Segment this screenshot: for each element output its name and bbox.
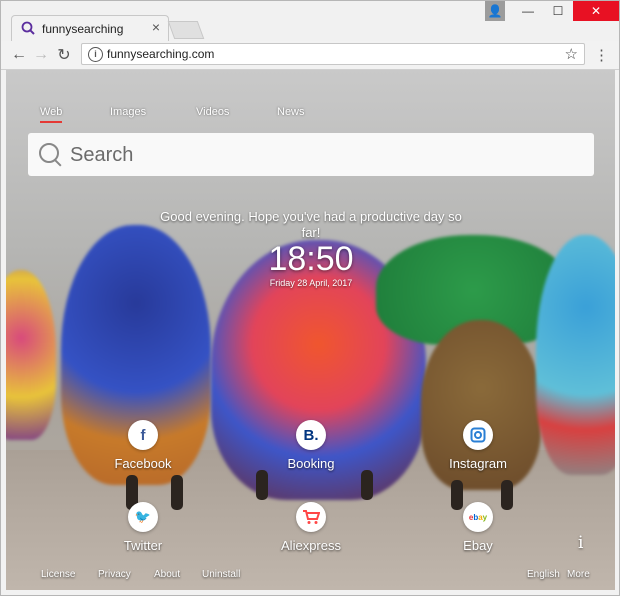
address-bar[interactable]: i funnysearching.com ☆ [81,43,585,65]
shortcut-label: Booking [287,456,335,471]
shortcut-label: Facebook [114,456,172,471]
ebay-icon: ebay [463,502,493,532]
tab-videos[interactable]: Videos [196,106,229,118]
shortcut-label: Ebay [463,538,493,553]
footer-language-link[interactable]: English [527,569,560,580]
search-favicon-icon [21,21,35,35]
search-tabs: Web Images Videos News [6,106,615,130]
browser-tab[interactable]: funnysearching × [11,15,169,41]
new-tab-page: Web Images Videos News Good evening. Hop… [6,70,615,590]
shortcut-label: Twitter [123,538,163,553]
instagram-icon [463,420,493,450]
facebook-icon: f [128,420,158,450]
browser-window: funnysearching × 👤 — ☐ ✕ ← → ↻ i funnyse… [0,0,620,596]
twitter-icon: 🐦 [128,502,158,532]
title-bar: funnysearching × 👤 — ☐ ✕ [1,1,619,41]
reload-icon[interactable]: ↻ [54,45,74,65]
info-icon[interactable]: i [88,47,103,62]
tab-title: funnysearching [42,22,124,36]
search-icon[interactable] [39,143,59,163]
bookmark-star-icon[interactable]: ☆ [565,45,578,63]
tab-web[interactable]: Web [40,106,63,123]
back-icon[interactable]: ← [9,45,29,65]
close-window-button[interactable]: ✕ [573,1,619,21]
footer-about-link[interactable]: About [154,569,180,580]
minimize-button[interactable]: — [513,1,543,21]
shortcut-label: Instagram [449,456,507,471]
forward-icon[interactable]: → [31,45,51,65]
shortcut-ebay[interactable]: ebay Ebay [433,502,523,553]
cart-icon [296,502,326,532]
profile-icon[interactable]: 👤 [485,1,505,21]
browser-menu-icon[interactable]: ⋮ [594,46,609,64]
tab-news[interactable]: News [277,106,305,118]
clock-date: Friday 28 April, 2017 [269,278,353,288]
shortcut-instagram[interactable]: Instagram [433,420,523,471]
new-tab-button[interactable] [167,21,205,39]
search-box [28,133,594,176]
footer-uninstall-link[interactable]: Uninstall [202,569,240,580]
tab-images[interactable]: Images [110,106,146,118]
greeting-text: Good evening. Hope you've had a producti… [160,209,462,240]
browser-toolbar: ← → ↻ i funnysearching.com ☆ ⋮ [1,41,619,70]
shortcut-twitter[interactable]: 🐦 Twitter [98,502,188,553]
clock-time: 18:50 [268,240,354,278]
shortcut-booking[interactable]: B. Booking [266,420,356,471]
footer-privacy-link[interactable]: Privacy [98,569,131,580]
maximize-button[interactable]: ☐ [543,1,573,21]
footer-license-link[interactable]: License [41,569,75,580]
url-text: funnysearching.com [107,47,215,61]
search-input[interactable] [68,141,582,169]
footer-more-link[interactable]: More [567,569,590,580]
tab-close-icon[interactable]: × [152,19,160,35]
booking-icon: B. [296,420,326,450]
shortcut-label: Aliexpress [281,538,341,553]
info-icon[interactable]: i [578,533,583,553]
shortcut-aliexpress[interactable]: Aliexpress [266,502,356,553]
shortcut-facebook[interactable]: f Facebook [98,420,188,471]
